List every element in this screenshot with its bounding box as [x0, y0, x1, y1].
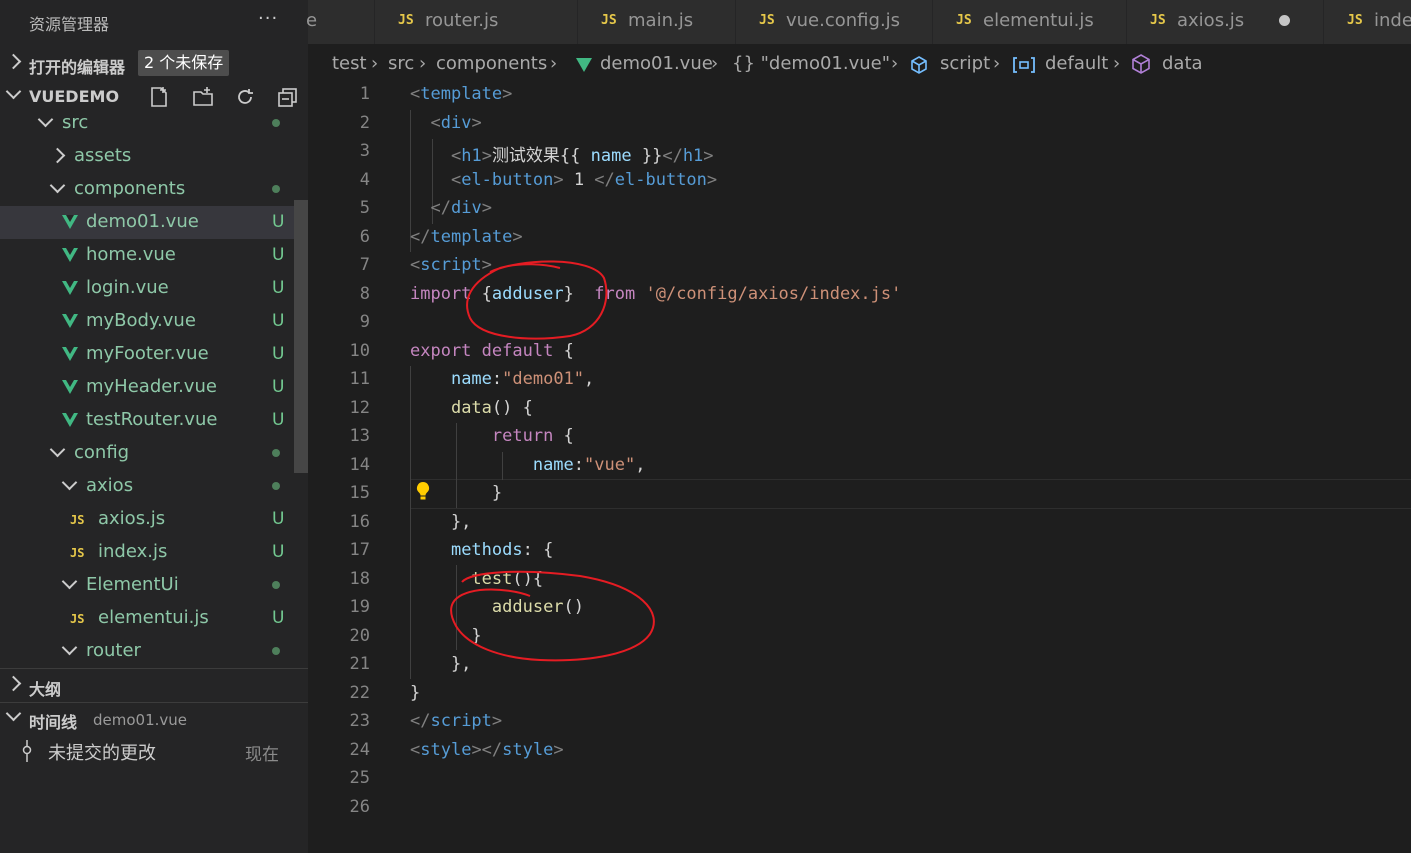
annotation-circle-import — [466, 260, 608, 340]
annotation-overlay — [450, 260, 655, 662]
annotation-circle-call — [450, 570, 655, 662]
